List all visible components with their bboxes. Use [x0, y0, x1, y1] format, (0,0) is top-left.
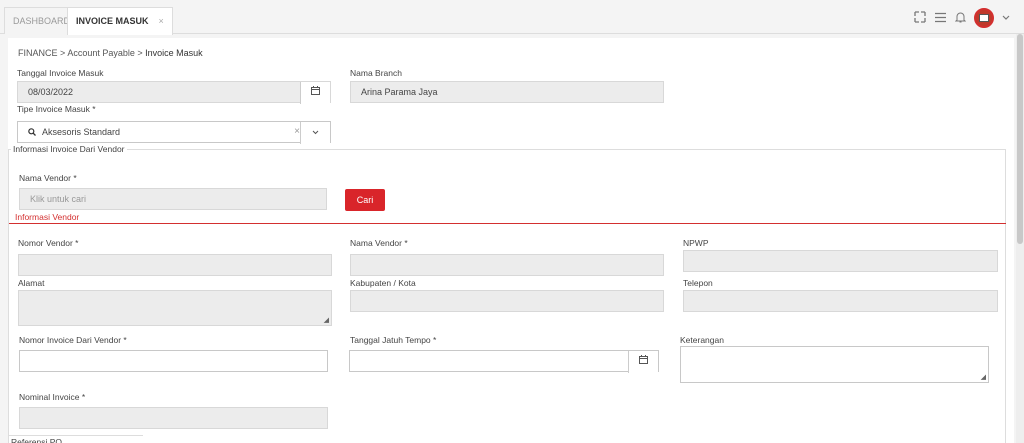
nominal-invoice-label: Nominal Invoice *	[19, 392, 86, 402]
nominal-invoice-field	[19, 407, 328, 429]
vertical-scrollbar[interactable]	[1016, 34, 1024, 443]
breadcrumb-finance[interactable]: FINANCE	[18, 48, 58, 58]
alamat-label: Alamat	[18, 278, 45, 288]
user-avatar[interactable]	[974, 8, 994, 28]
tanggal-jatuh-tempo-label: Tanggal Jatuh Tempo *	[350, 335, 437, 345]
nama-branch-value: Arina Parama Jaya	[361, 87, 438, 97]
alamat-textarea: ◢	[18, 290, 332, 326]
resize-handle-icon[interactable]: ◢	[981, 373, 986, 381]
breadcrumb-account-payable[interactable]: Account Payable	[67, 48, 135, 58]
main-content: FINANCE > Account Payable > Invoice Masu…	[8, 38, 1014, 443]
npwp-field	[683, 250, 998, 272]
menu-icon[interactable]	[934, 11, 947, 26]
bottom-section-border	[8, 435, 143, 436]
nama-vendor-search-label: Nama Vendor *	[19, 173, 77, 183]
telepon-label: Telepon	[683, 278, 713, 288]
chevron-down-icon[interactable]	[300, 122, 330, 144]
breadcrumb-separator: >	[60, 48, 66, 58]
referensi-po-legend: Referensi PO	[11, 438, 63, 443]
nomor-invoice-vendor-label: Nomor Invoice Dari Vendor *	[19, 335, 127, 345]
nama-vendor-search-input[interactable]: Klik untuk cari	[19, 188, 327, 210]
top-icons	[914, 7, 1010, 29]
breadcrumb-separator: >	[137, 48, 143, 58]
chevron-down-icon[interactable]	[1002, 14, 1010, 23]
nama-vendor-field	[350, 254, 664, 276]
tanggal-invoice-label: Tanggal Invoice Masuk	[17, 68, 104, 78]
tab-invoice-masuk[interactable]: INVOICE MASUK ×	[67, 7, 173, 35]
nama-vendor-placeholder: Klik untuk cari	[30, 194, 87, 204]
nomor-vendor-field	[18, 254, 332, 276]
nomor-invoice-vendor-input[interactable]	[19, 350, 328, 372]
scrollbar-thumb[interactable]	[1017, 34, 1023, 244]
vendor-invoice-legend: Informasi Invoice Dari Vendor	[11, 144, 127, 154]
nama-branch-label: Nama Branch	[350, 68, 402, 78]
tanggal-invoice-value: 08/03/2022	[28, 87, 74, 97]
cari-button[interactable]: Cari	[345, 189, 385, 211]
calendar-icon[interactable]	[628, 351, 658, 373]
resize-handle-icon: ◢	[323, 317, 329, 324]
fullscreen-icon[interactable]	[914, 10, 926, 26]
bell-icon[interactable]	[954, 11, 967, 26]
keterangan-label: Keterangan	[680, 335, 724, 345]
avatar-image-icon	[979, 14, 989, 22]
kabupaten-field	[350, 290, 664, 312]
tipe-invoice-value: Aksesoris Standard	[42, 127, 121, 137]
nama-branch-field: Arina Parama Jaya	[350, 81, 664, 103]
tanggal-jatuh-tempo-input[interactable]	[349, 350, 659, 373]
section-divider	[9, 223, 1006, 224]
breadcrumb: FINANCE > Account Payable > Invoice Masu…	[18, 48, 203, 58]
tipe-invoice-label: Tipe Invoice Masuk *	[17, 104, 96, 114]
nama-vendor-label: Nama Vendor *	[350, 238, 408, 248]
keterangan-textarea[interactable]: ◢	[680, 346, 989, 383]
informasi-vendor-title: Informasi Vendor	[15, 212, 80, 222]
close-tab-icon[interactable]: ×	[159, 16, 164, 26]
search-icon	[28, 123, 36, 143]
top-bar: DASHBOARD INVOICE MASUK ×	[0, 0, 1024, 35]
tanggal-invoice-field[interactable]: 08/03/2022	[17, 81, 331, 104]
npwp-label: NPWP	[683, 238, 709, 248]
calendar-icon[interactable]	[300, 82, 330, 104]
tab-invoice-masuk-label: INVOICE MASUK	[76, 16, 149, 26]
kabupaten-label: Kabupaten / Kota	[350, 278, 416, 288]
nomor-vendor-label: Nomor Vendor *	[18, 238, 79, 248]
breadcrumb-invoice-masuk: Invoice Masuk	[145, 48, 203, 58]
tab-dashboard-label: DASHBOARD	[13, 16, 71, 26]
telepon-field	[683, 290, 998, 312]
tipe-invoice-select[interactable]: Aksesoris Standard ×	[17, 121, 331, 144]
